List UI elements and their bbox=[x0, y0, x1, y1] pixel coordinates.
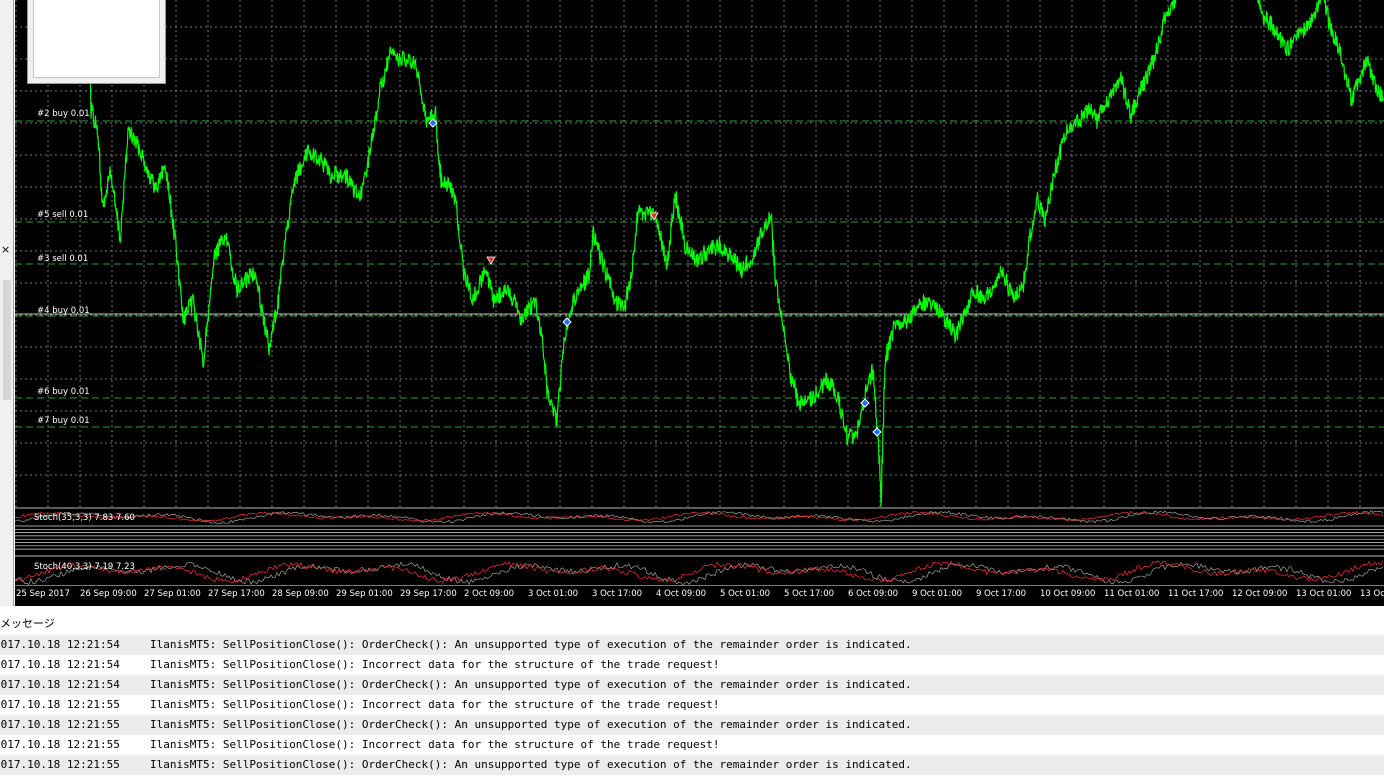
time-tick-label: 29 Sep 17:00 bbox=[400, 589, 457, 599]
message-row[interactable]: 2017.10.18 12:21:55 IlanisMT5: SellPositi… bbox=[0, 695, 1384, 715]
sell-marker-2 bbox=[486, 256, 496, 265]
time-tick-label: 3 Oct 01:00 bbox=[528, 589, 579, 599]
message-row[interactable]: 2017.10.18 12:21:54 IlanisMT5: SellPositi… bbox=[0, 675, 1384, 695]
time-tick-label: 10 Oct 09:00 bbox=[1040, 589, 1096, 599]
price-line bbox=[85, 0, 1177, 507]
stoch-40-main bbox=[15, 561, 1384, 586]
message-time: 2017.10.18 12:21:54 bbox=[0, 678, 120, 691]
time-tick-label: 13 Oct 01:00 bbox=[1296, 589, 1352, 599]
price-chart[interactable]: #2 buy 0.01 #5 sell 0.01 #3 sell 0.01 #4… bbox=[15, 0, 1384, 606]
message-time: 2017.10.18 12:21:55 bbox=[0, 698, 120, 711]
stoch-35-signal bbox=[15, 510, 1384, 523]
message-row[interactable]: 2017.10.18 12:21:55 IlanisMT5: SellPositi… bbox=[0, 755, 1384, 775]
chart-overlay-panel-inner bbox=[33, 0, 160, 78]
message-text: IlanisMT5: SellPositionClose(): OrderChe… bbox=[150, 678, 912, 691]
message-text: IlanisMT5: SellPositionClose(): OrderChe… bbox=[150, 758, 912, 771]
time-tick-label: 5 Oct 17:00 bbox=[784, 589, 835, 599]
time-tick-label: 12 Oct 09:00 bbox=[1232, 589, 1288, 599]
chart-canvas[interactable] bbox=[15, 0, 1384, 606]
stoch-35-main bbox=[15, 509, 1384, 525]
message-row[interactable]: 2017.10.18 12:21:55 IlanisMT5: SellPositi… bbox=[0, 715, 1384, 735]
time-tick-label: 13 Oc bbox=[1360, 589, 1384, 599]
message-text: IlanisMT5: SellPositionClose(): Incorrec… bbox=[150, 738, 720, 751]
time-axis: 25 Sep 2017 26 Sep 09:00 27 Sep 01:00 27 Se… bbox=[15, 585, 1384, 606]
left-panel-strip: × bbox=[0, 0, 14, 606]
time-tick-label: 29 Sep 01:00 bbox=[336, 589, 393, 599]
buy-marker-6 bbox=[872, 427, 882, 437]
message-row[interactable]: 2017.10.18 12:21:54 IlanisMT5: SellPositi… bbox=[0, 635, 1384, 655]
time-tick-label: 2 Oct 09:00 bbox=[464, 589, 515, 599]
message-time: 2017.10.18 12:21:55 bbox=[0, 718, 120, 731]
stoch-35-label: Stoch(35,3,3) 7.83 7.60 bbox=[34, 513, 135, 523]
message-text: IlanisMT5: SellPositionClose(): Incorrec… bbox=[150, 658, 720, 671]
message-time: 2017.10.18 12:21:55 bbox=[0, 738, 120, 751]
price-series bbox=[85, 0, 1384, 507]
buy-marker-3 bbox=[562, 317, 572, 327]
time-tick-label: 5 Oct 01:00 bbox=[720, 589, 771, 599]
messages-panel: メッセージ 2017.10.18 12:21:54 IlanisMT5: Sell… bbox=[0, 606, 1384, 779]
message-time: 2017.10.18 12:21:54 bbox=[0, 658, 120, 671]
order-lines bbox=[15, 120, 1384, 428]
time-tick-label: 27 Sep 17:00 bbox=[208, 589, 265, 599]
stoch-40-label: Stoch(40,3,3) 7.19 7.23 bbox=[34, 562, 135, 572]
trade-markers bbox=[428, 118, 882, 437]
order-label-6-buy: #6 buy 0.01 bbox=[37, 387, 90, 397]
messages-panel-title: メッセージ bbox=[0, 617, 55, 630]
message-row[interactable]: 2017.10.18 12:21:54 IlanisMT5: SellPositi… bbox=[0, 655, 1384, 675]
order-label-3-sell: #3 sell 0.01 bbox=[37, 254, 89, 264]
message-text: IlanisMT5: SellPositionClose(): OrderChe… bbox=[150, 718, 912, 731]
close-icon[interactable]: × bbox=[1, 243, 10, 257]
time-tick-label: 26 Sep 09:00 bbox=[80, 589, 137, 599]
time-tick-label: 11 Oct 17:00 bbox=[1168, 589, 1224, 599]
message-text: IlanisMT5: SellPositionClose(): Incorrec… bbox=[150, 698, 720, 711]
order-label-7-buy: #7 buy 0.01 bbox=[37, 416, 90, 426]
time-tick-label: 6 Oct 09:00 bbox=[848, 589, 899, 599]
time-tick-label: 27 Sep 01:00 bbox=[144, 589, 201, 599]
message-text: IlanisMT5: SellPositionClose(): OrderChe… bbox=[150, 638, 912, 651]
order-label-5-sell: #5 sell 0.01 bbox=[37, 210, 89, 220]
order-label-4-buy: #4 buy 0.01 bbox=[37, 306, 90, 316]
left-scrollbar[interactable] bbox=[3, 280, 11, 400]
message-time: 2017.10.18 12:21:54 bbox=[0, 638, 120, 651]
time-tick-label: 4 Oct 09:00 bbox=[656, 589, 707, 599]
time-tick-label: 11 Oct 01:00 bbox=[1104, 589, 1160, 599]
time-tick-label: 3 Oct 17:00 bbox=[592, 589, 643, 599]
time-tick-label: 9 Oct 01:00 bbox=[912, 589, 963, 599]
stoch-40-signal bbox=[15, 560, 1384, 584]
time-tick-label: 25 Sep 2017 bbox=[16, 589, 70, 599]
chart-overlay-panel[interactable] bbox=[27, 0, 166, 84]
time-tick-label: 9 Oct 17:00 bbox=[976, 589, 1027, 599]
message-row[interactable]: 2017.10.18 12:21:55 IlanisMT5: SellPositi… bbox=[0, 735, 1384, 755]
stochastic-panels bbox=[15, 507, 1384, 586]
order-label-2-buy: #2 buy 0.01 bbox=[37, 109, 90, 119]
price-line-right bbox=[1257, 0, 1384, 107]
time-tick-label: 28 Sep 09:00 bbox=[272, 589, 329, 599]
message-time: 2017.10.18 12:21:55 bbox=[0, 758, 120, 771]
